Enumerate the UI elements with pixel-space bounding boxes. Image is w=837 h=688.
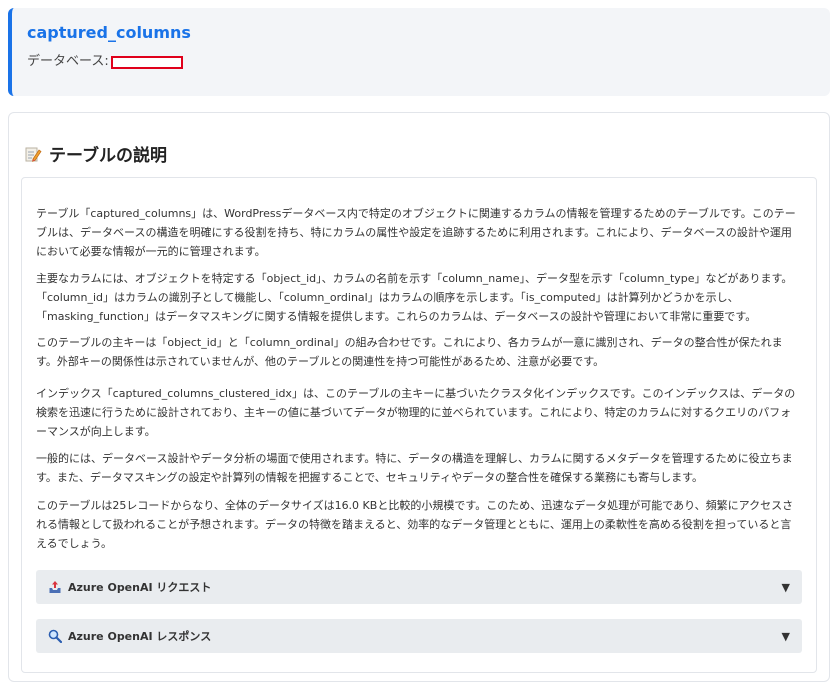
accordion-azure-openai-request[interactable]: Azure OpenAI リクエスト ▼ [36,570,802,604]
accordion-azure-openai-response[interactable]: Azure OpenAI レスポンス ▼ [36,619,802,653]
memo-pencil-icon [25,147,42,162]
description-paragraph: このテーブルは25レコードからなり、全体のデータサイズは16.0 KBと比較的小… [36,499,794,550]
description-paragraph: テーブル「captured_columns」は、WordPressデータベース内… [36,207,796,258]
description-card: テーブルの説明 テーブル「captured_columns」は、WordPres… [8,112,830,682]
outbox-tray-icon [49,581,61,593]
section-heading-text: テーブルの説明 [49,146,167,166]
description-paragraph: インデックス「captured_columns_clustered_idx」は、… [36,387,796,438]
database-name-redaction [110,55,183,69]
description-paragraph: このテーブルの主キーは「object_id」と「column_ordinal」の… [36,336,783,368]
database-line: データベース: [27,53,830,71]
description-box: テーブル「captured_columns」は、WordPressデータベース内… [21,177,817,673]
accordion-label: Azure OpenAI リクエスト [68,581,212,594]
section-heading: テーブルの説明 [24,141,167,166]
chevron-down-icon[interactable]: ▼ [782,581,790,594]
description-paragraph: 主要なカラムには、オブジェクトを特定する「object_id」、カラムの名前を示… [36,272,793,323]
table-header-card: captured_columns データベース: [8,8,830,96]
database-label: データベース: [27,54,109,69]
accordion-label: Azure OpenAI レスポンス [68,630,212,643]
magnifier-icon [48,629,62,643]
page-title: captured_columns [27,23,191,42]
chevron-down-icon[interactable]: ▼ [782,630,790,643]
description-paragraph: 一般的には、データベース設計やデータ分析の場面で使用されます。特に、データの構造… [36,452,793,484]
